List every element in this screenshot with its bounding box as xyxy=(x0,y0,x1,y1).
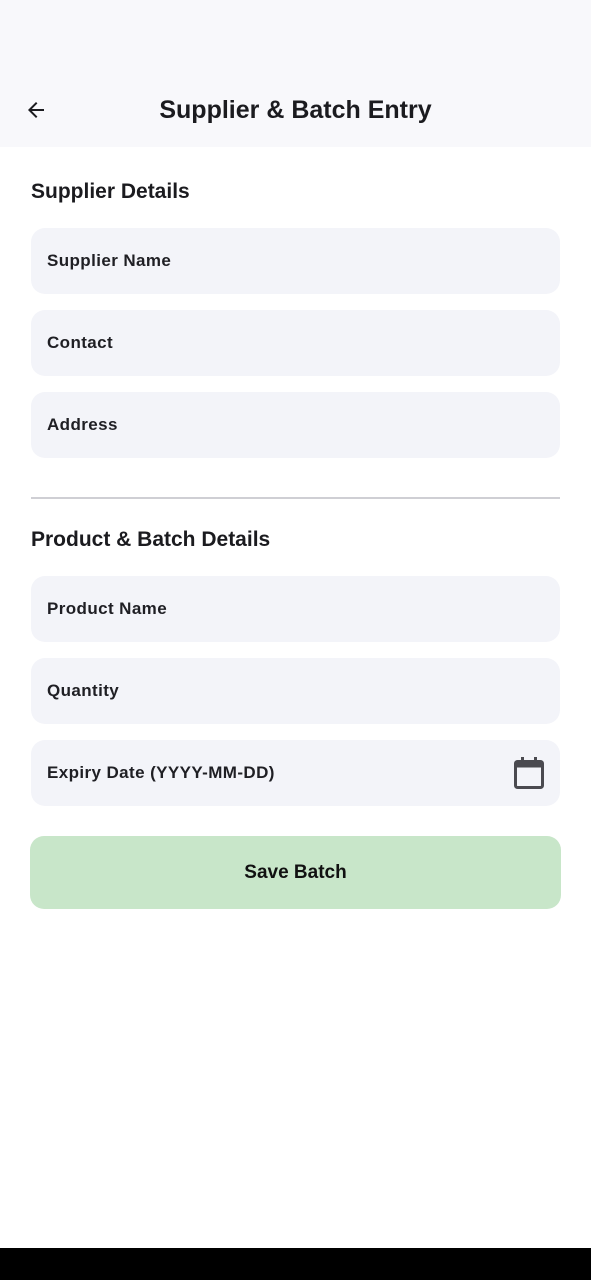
supplier-section-title: Supplier Details xyxy=(31,180,190,203)
page-title: Supplier & Batch Entry xyxy=(159,96,432,124)
save-batch-label: Save Batch xyxy=(244,861,347,883)
expiry-date-field[interactable]: Expiry Date (YYYY-MM-DD) xyxy=(31,740,560,806)
calendar-icon xyxy=(514,757,544,789)
screen: Supplier & Batch Entry Supplier Details … xyxy=(0,0,591,1280)
product-name-label: Product Name xyxy=(47,599,168,618)
app-bar: Supplier & Batch Entry xyxy=(0,0,591,147)
product-name-field[interactable]: Product Name xyxy=(31,576,560,642)
address-label: Address xyxy=(47,415,118,434)
supplier-name-field[interactable]: Supplier Name xyxy=(31,228,560,294)
system-navigation-bar xyxy=(0,1248,591,1280)
quantity-field[interactable]: Quantity xyxy=(31,658,560,724)
contact-label: Contact xyxy=(47,333,114,352)
section-divider xyxy=(31,497,560,499)
contact-field[interactable]: Contact xyxy=(31,310,560,376)
calendar-button[interactable] xyxy=(512,756,546,790)
supplier-name-label: Supplier Name xyxy=(47,251,172,270)
quantity-label: Quantity xyxy=(47,681,120,700)
product-section-title: Product & Batch Details xyxy=(31,528,271,551)
expiry-date-label: Expiry Date (YYYY-MM-DD) xyxy=(47,763,275,782)
address-field[interactable]: Address xyxy=(31,392,560,458)
save-batch-button[interactable]: Save Batch xyxy=(30,836,561,909)
